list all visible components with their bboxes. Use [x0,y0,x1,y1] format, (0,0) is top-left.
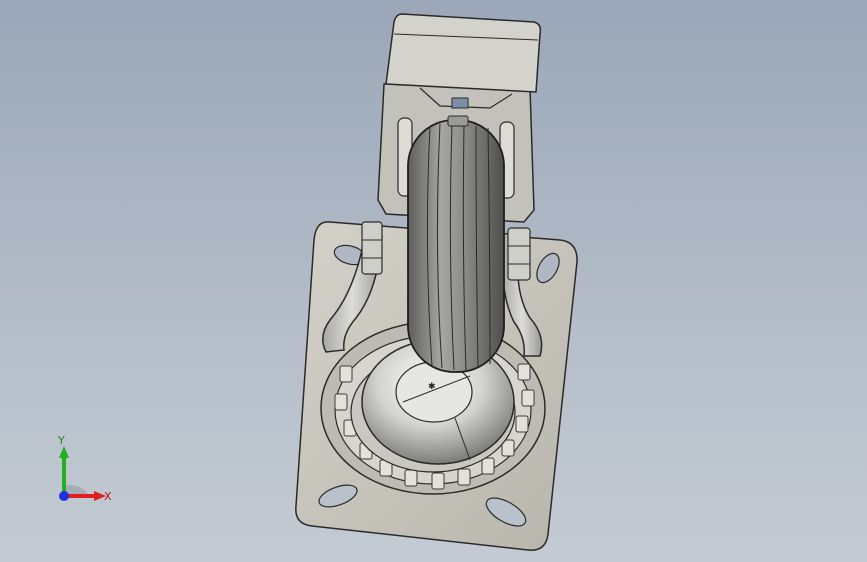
z-axis-dot [59,491,69,501]
bracket-window [451,97,469,109]
x-axis-label: X [104,490,112,503]
y-axis-arrow [59,446,69,458]
y-axis-label: Y [57,436,65,447]
axis-triad[interactable]: Y X [40,436,130,516]
axle-nut [507,227,531,281]
wheel-tire[interactable] [407,115,505,373]
tire-valve [447,115,469,127]
svg-text:✱: ✱ [428,382,436,392]
graphics-viewport[interactable]: ✱ Y X [0,0,867,562]
caster-model[interactable]: ✱ [0,0,867,562]
axle-nut [361,221,383,275]
brake-pedal[interactable] [385,13,542,93]
